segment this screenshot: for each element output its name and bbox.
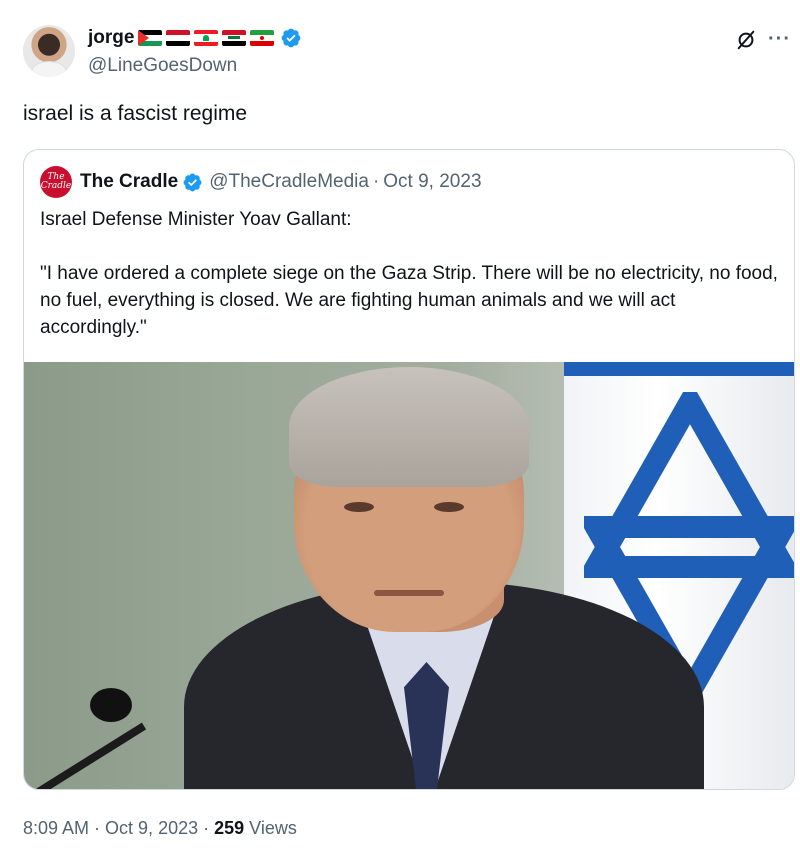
quoted-paragraph: "I have ordered a complete siege on the … — [40, 263, 778, 338]
verified-badge-icon — [183, 173, 202, 191]
quoted-handle[interactable]: @TheCradleMedia — [209, 171, 369, 193]
quoted-author-avatar[interactable]: The Cradle — [40, 166, 72, 198]
iran-flag-icon — [250, 30, 275, 46]
iraq-flag-icon — [222, 30, 247, 46]
quoted-display-name[interactable]: The Cradle — [80, 171, 178, 193]
author-name-row: jorge — [88, 26, 302, 50]
tweet-meta: 8:09 AM · Oct 9, 2023 · 259 Views — [23, 818, 297, 839]
meta-separator: · — [203, 818, 210, 838]
views-count: 259 — [214, 818, 245, 838]
author-handle[interactable]: @LineGoesDown — [88, 55, 237, 77]
tweet-date[interactable]: Oct 9, 2023 — [105, 818, 198, 839]
grok-icon[interactable] — [735, 29, 757, 51]
author-avatar[interactable] — [23, 25, 75, 77]
quoted-header: The Cradle @TheCradleMedia · Oct 9, 2023 — [80, 170, 482, 194]
views-label: Views — [249, 818, 297, 838]
egypt-flag-icon — [166, 30, 191, 46]
more-options-icon[interactable]: ··· — [768, 28, 791, 51]
tweet-time[interactable]: 8:09 AM — [23, 818, 89, 839]
palestine-flag-icon — [138, 30, 163, 46]
quoted-separator: · — [372, 171, 380, 192]
tweet-text: israel is a fascist regime — [23, 102, 248, 125]
quoted-date[interactable]: Oct 9, 2023 — [383, 171, 481, 193]
author-display-name[interactable]: jorge — [88, 27, 134, 49]
meta-separator: · — [94, 818, 101, 838]
quoted-tweet-text: Israel Defense Minister Yoav Gallant: "I… — [40, 206, 785, 341]
quoted-tweet-card[interactable]: The Cradle The Cradle @TheCradleMedia · … — [23, 149, 795, 790]
quoted-paragraph: Israel Defense Minister Yoav Gallant: — [40, 209, 352, 230]
quoted-avatar-text-bottom: Cradle — [40, 181, 72, 191]
quoted-photo[interactable] — [24, 362, 794, 789]
lebanon-flag-icon — [194, 30, 219, 46]
verified-badge-icon — [282, 28, 301, 48]
